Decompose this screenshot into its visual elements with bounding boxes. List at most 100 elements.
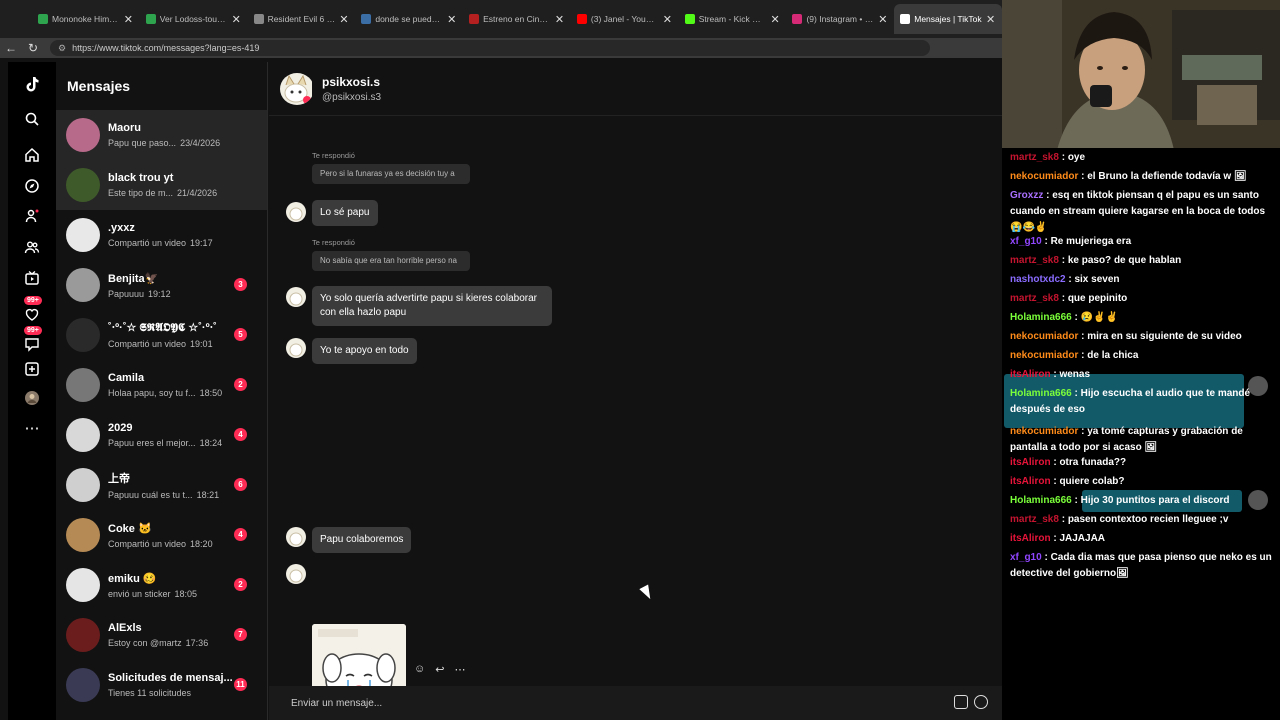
tab-label: Stream - Kick Dashb <box>698 14 767 24</box>
reload-button[interactable]: ↻ <box>22 41 44 55</box>
conversation-item[interactable]: 上帝 Papuuu cuál es tu t... 18:21 6 <box>56 460 267 510</box>
conversation-preview: Compartió un video <box>108 538 187 549</box>
unread-badge: 2 <box>234 378 247 391</box>
inbox-icon[interactable] <box>20 302 44 326</box>
upload-icon[interactable] <box>20 357 44 381</box>
tab-close-icon[interactable]: ✕ <box>555 13 565 26</box>
sender-avatar[interactable] <box>286 564 306 584</box>
stream-chat-message: martz_sk8 : pasen contextoo recien llegu… <box>1010 514 1229 525</box>
message-bubble[interactable]: Lo sé papu <box>312 200 378 226</box>
reply-icon[interactable]: ↩ <box>435 663 444 676</box>
conversation-item[interactable]: .yxxz Compartió un video 19:17 <box>56 210 267 260</box>
chat-avatar[interactable] <box>280 72 314 105</box>
tab-close-icon[interactable]: ✕ <box>447 13 457 26</box>
url-field[interactable]: ⚙ https://www.tiktok.com/messages?lang=e… <box>50 40 930 56</box>
sender-avatar[interactable] <box>286 527 306 547</box>
quoted-message[interactable]: Pero si la funaras ya es decisión tuy a <box>312 164 470 184</box>
tab-label: (3) Janel - YouTube <box>590 14 659 24</box>
conversation-item[interactable]: ˚‧º·˚☆ 𝕾𝕽𝕬𝕺𝖄𝕮 ☆˚·º‧˚ Compartió un video 19… <box>56 310 267 360</box>
message-actions: ☺ ↩ ⋯ <box>414 663 465 676</box>
following-icon[interactable] <box>20 204 44 228</box>
sender-avatar[interactable] <box>286 338 306 358</box>
stream-chat-message: Groxzz : esq en tiktok piensan q el papu… <box>1010 190 1266 233</box>
browser-tab[interactable]: Mensajes | TikTok ✕ <box>894 4 1003 34</box>
conversation-item[interactable]: Coke 🐱 Compartió un video 18:20 4 <box>56 510 267 560</box>
conversation-item[interactable]: Maoru Papu que paso... 23/4/2026 <box>56 110 267 160</box>
site-info-icon[interactable]: ⚙ <box>58 43 66 54</box>
chat-text: mira en su siguiente de su video <box>1087 331 1242 342</box>
message-bubble[interactable]: Yo te apoyo en todo <box>312 338 417 364</box>
browser-tab[interactable]: Stream - Kick Dashb✕ <box>679 4 787 34</box>
browser-tab-bar: Mononoke Hime Epi✕Ver Lodoss-tou Sen✕Res… <box>0 0 1003 38</box>
search-icon[interactable] <box>20 107 44 131</box>
conversation-item[interactable]: Camila Holaa papu, soy tu f... 18:50 2 <box>56 360 267 410</box>
messages-icon[interactable] <box>20 332 44 356</box>
unread-badge: 4 <box>234 528 247 541</box>
more-options-icon[interactable]: ⋯ <box>454 663 465 676</box>
tab-favicon-icon <box>253 14 264 24</box>
message-bubble[interactable]: Papu colaboremos <box>312 527 412 553</box>
sender-avatar[interactable] <box>286 287 306 307</box>
stream-chat-message: nekocumiador : el Bruno la defiende toda… <box>1010 171 1247 182</box>
chat-display-name[interactable]: psikxosi.s <box>322 75 381 89</box>
conversation-preview: Papu que paso... <box>108 138 177 148</box>
tab-close-icon[interactable]: ✕ <box>124 13 134 26</box>
conversation-name: Coke 🐱 <box>108 522 152 535</box>
chat-text: Hijo 30 puntitos para el discord <box>1080 495 1230 506</box>
browser-tab[interactable]: Ver Lodoss-tou Sen ✕ <box>140 4 248 34</box>
emoji-icon[interactable] <box>974 695 988 709</box>
chat-text: el Bruno la defiende todavía w 🖼 <box>1087 171 1247 182</box>
message-bubble[interactable]: Yo solo quería advertirte papu si kieres… <box>312 286 552 326</box>
conversation-name: Solicitudes de mensaj... <box>108 672 233 684</box>
conversation-avatar <box>66 318 100 352</box>
unread-badge: 4 <box>234 428 247 441</box>
tiktok-logo-icon[interactable] <box>20 72 44 96</box>
tab-close-icon[interactable]: ✕ <box>878 13 888 26</box>
conversation-item[interactable]: Benjita🦅 Papuuuu 19:12 3 <box>56 260 267 310</box>
message-input[interactable]: Enviar un mensaje... <box>269 686 1002 720</box>
tab-close-icon[interactable]: ✕ <box>339 13 349 26</box>
chat-username: xf_g10 <box>1010 236 1042 247</box>
conversation-list-panel: Mensajes Maoru Papu que paso... 23/4/2026 b… <box>56 62 268 720</box>
browser-tab[interactable]: (3) Janel - YouTube ✕ <box>571 4 679 34</box>
tab-close-icon[interactable]: ✕ <box>986 13 996 26</box>
tab-close-icon[interactable]: ✕ <box>770 13 780 26</box>
quoted-message[interactable]: No sabía que era tan horrible perso na <box>312 251 470 271</box>
live-icon[interactable] <box>20 266 44 290</box>
conversation-item[interactable]: black trou yt Este tipo de m... 21/4/2026 <box>56 160 267 210</box>
stream-chat-overlay: martz_sk8 : oye nekocumiador : el Bruno l… <box>1002 148 1280 720</box>
conversation-item[interactable]: 2029 Papuu eres el mejor... 18:24 4 <box>56 410 267 460</box>
stream-chat-message: nekocumiador : mira en su siguiente de s… <box>1010 331 1242 342</box>
browser-tab[interactable]: Estreno en Cinemark ✕ <box>463 4 571 34</box>
tab-close-icon[interactable]: ✕ <box>663 13 673 26</box>
conversation-time: 19:17 <box>190 238 213 248</box>
conversation-time: 18:05 <box>174 588 198 599</box>
chat-username: martz_sk8 <box>1010 293 1059 304</box>
chat-text: Re mujeriega era <box>1050 236 1132 247</box>
replied-label: Te respondió <box>312 151 355 160</box>
image-upload-icon[interactable] <box>954 695 968 709</box>
conversation-name: 2029 <box>108 422 133 434</box>
conversation-avatar <box>66 268 100 302</box>
conversation-item[interactable]: emiku 🥴 envió un sticker 18:05 2 <box>56 560 267 610</box>
tab-favicon-icon <box>576 14 587 24</box>
conversation-name: ˚‧º·˚☆ 𝕾𝕽𝕬𝕺𝖄𝕮 ☆˚·º‧˚ <box>108 322 217 334</box>
conversation-item[interactable]: Solicitudes de mensaj... Tienes 11 solici… <box>56 660 267 710</box>
browser-tab[interactable]: donde se puede est ✕ <box>355 4 463 34</box>
back-button[interactable]: ← <box>0 41 22 55</box>
stream-chat-message: xf_g10 : Re mujeriega era <box>1010 236 1132 247</box>
chat-text: six seven <box>1074 274 1120 285</box>
sender-avatar[interactable] <box>286 202 306 222</box>
friends-icon[interactable] <box>20 235 44 259</box>
profile-avatar-icon[interactable] <box>20 386 44 410</box>
browser-tab[interactable]: (9) Instagram • Men ✕ <box>786 4 894 34</box>
tab-close-icon[interactable]: ✕ <box>232 13 242 26</box>
home-icon[interactable] <box>20 143 44 167</box>
browser-tab[interactable]: Resident Evil 6 + DL✕ <box>248 4 356 34</box>
explore-icon[interactable] <box>20 174 44 198</box>
conversation-item[interactable]: AlExls Estoy con @martz 17:36 7 <box>56 610 267 660</box>
browser-tab[interactable]: Mononoke Hime Epi ✕ <box>32 4 140 34</box>
more-icon[interactable]: ⋯ <box>20 416 44 440</box>
conversation-preview: envió un sticker <box>108 588 171 599</box>
react-emoji-icon[interactable]: ☺ <box>414 663 425 676</box>
